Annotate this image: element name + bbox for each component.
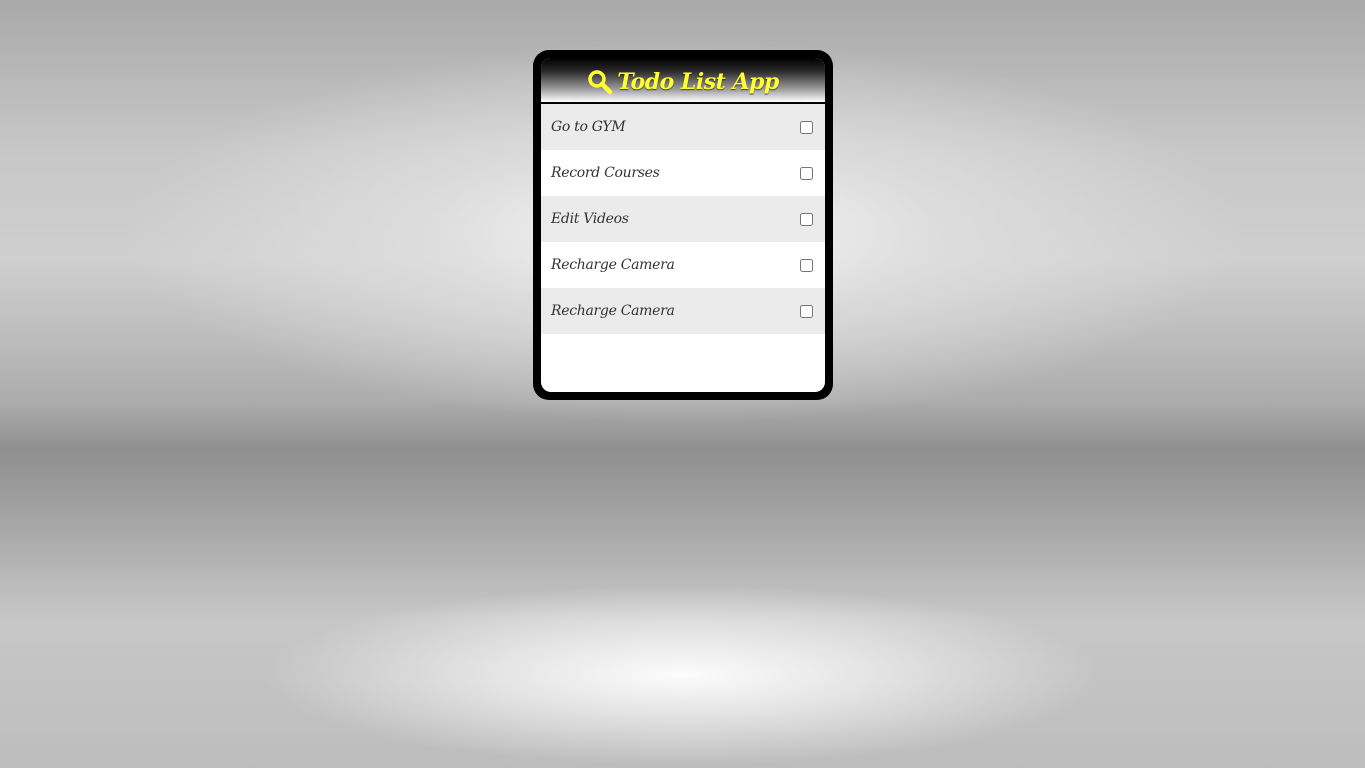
todo-checkbox[interactable] <box>800 304 813 318</box>
todo-checkbox[interactable] <box>800 212 813 226</box>
todo-checkbox[interactable] <box>800 166 813 180</box>
todo-checkbox[interactable] <box>800 258 813 272</box>
todo-list: Go to GYM Record Courses Edit Videos Rec… <box>541 104 825 334</box>
todo-item: Edit Videos <box>541 196 825 242</box>
todo-label: Recharge Camera <box>551 303 675 319</box>
todo-item: Recharge Camera <box>541 242 825 288</box>
todo-item: Record Courses <box>541 150 825 196</box>
todo-label: Record Courses <box>551 165 660 181</box>
todo-item: Recharge Camera <box>541 288 825 334</box>
todo-checkbox[interactable] <box>800 120 813 134</box>
app-title: Todo List App <box>617 69 779 95</box>
todo-label: Go to GYM <box>551 119 626 135</box>
todo-label: Edit Videos <box>551 211 629 227</box>
search-icon <box>587 69 613 95</box>
app-header: Todo List App <box>541 58 825 104</box>
todo-label: Recharge Camera <box>551 257 675 273</box>
todo-item: Go to GYM <box>541 104 825 150</box>
todo-app-card: Todo List App Go to GYM Record Courses E… <box>533 50 833 400</box>
todo-app-body: Todo List App Go to GYM Record Courses E… <box>541 58 825 392</box>
